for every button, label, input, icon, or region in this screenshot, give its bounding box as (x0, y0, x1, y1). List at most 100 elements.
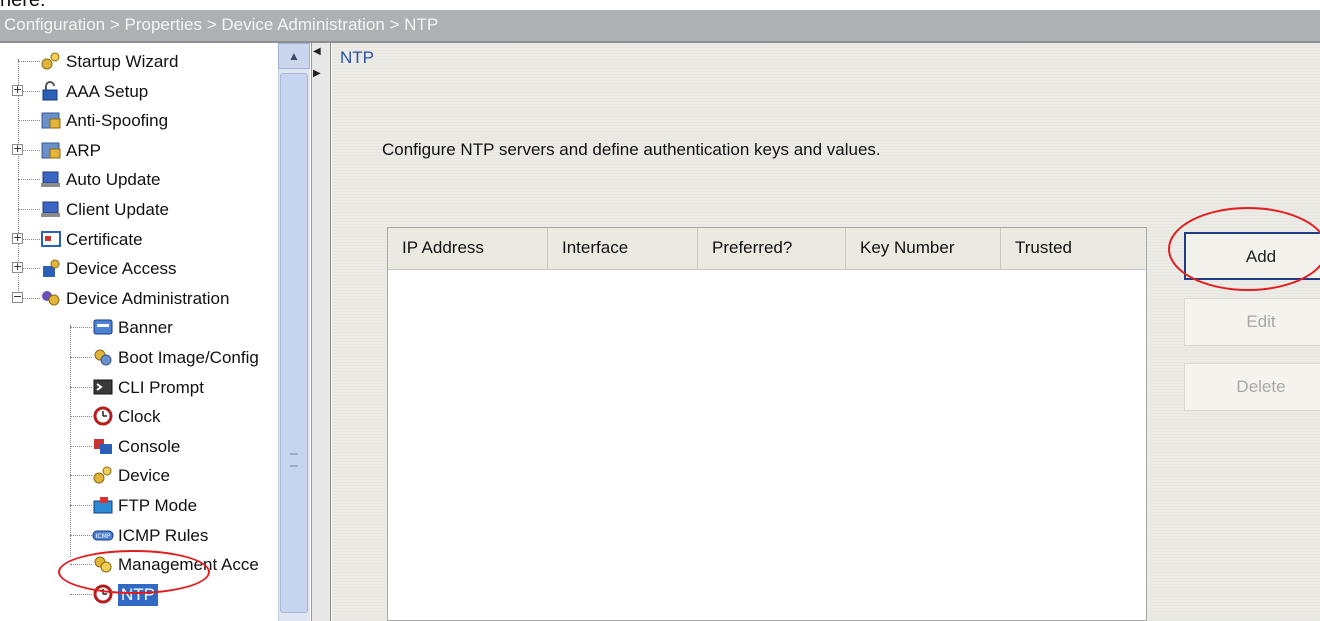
tree-item[interactable]: Device (8, 460, 278, 490)
delete-button[interactable]: Delete (1184, 363, 1320, 411)
tree-connector (18, 61, 40, 62)
application-frame: Startup Wizard + AAA Setup Anti-Spoofing + AR… (0, 43, 1320, 621)
tree-item[interactable]: FTP Mode (8, 490, 278, 520)
tree-item[interactable]: − Device Administration (8, 283, 278, 313)
expand-icon[interactable]: + (12, 143, 23, 155)
tree-item-label: Device Administration (66, 288, 230, 308)
ntp-server-table: IP Address Interface Preferred? Key Numb… (387, 227, 1147, 621)
icmp-rules-icon: ICMP (92, 530, 114, 541)
tree-connector (18, 209, 40, 210)
expand-icon[interactable]: + (12, 261, 23, 274)
pane-splitter[interactable] (311, 43, 331, 621)
svg-text:ICMP: ICMP (96, 533, 111, 540)
device-access-icon (43, 259, 60, 278)
tree-item-label: AAA Setup (66, 81, 149, 101)
tree-item-label: Anti-Spoofing (66, 111, 169, 131)
arp-icon (41, 142, 61, 159)
device-administration-icon (42, 290, 60, 306)
tree-item-label: Clock (118, 407, 161, 427)
tree-item-label: ARP (66, 140, 101, 160)
tree-connector (18, 179, 40, 181)
tree-item-label: CLI Prompt (118, 377, 204, 397)
auto-update-icon (41, 171, 60, 188)
expand-icon[interactable]: + (12, 84, 23, 96)
scroll-grip-icon (290, 453, 298, 467)
tree-connector (70, 327, 92, 329)
tree-item[interactable]: Console (8, 431, 278, 461)
console-icon (94, 438, 112, 454)
tree-item-label: Certificate (66, 229, 143, 249)
expand-right-arrow-icon[interactable]: ▶ (313, 69, 323, 79)
tree-item[interactable]: Auto Update (8, 164, 278, 194)
tree-item[interactable]: + AAA Setup (8, 76, 278, 106)
tree-item-label: Auto Update (66, 170, 161, 190)
collapse-left-arrow-icon[interactable]: ◀ (313, 47, 323, 57)
tree-connector (18, 120, 40, 122)
client-update-icon (41, 201, 60, 217)
edit-button[interactable]: Edit (1184, 298, 1320, 346)
table-header: IP Address Interface Preferred? Key Numb… (388, 228, 1146, 270)
table-body[interactable] (388, 270, 1146, 620)
wizard-icon (41, 52, 60, 70)
tree-item-label: Device (118, 466, 170, 486)
scroll-up-arrow-icon[interactable]: ▲ (278, 43, 310, 69)
clock-icon (93, 406, 113, 426)
tree-item[interactable]: + Certificate (8, 224, 278, 254)
column-interface[interactable]: Interface (548, 228, 698, 270)
tree-connector (70, 445, 92, 447)
tree-item-label: Console (118, 436, 181, 456)
tree-connector (70, 386, 92, 388)
tree-item-label: FTP Mode (118, 496, 198, 515)
tree-connector (70, 593, 92, 595)
aaa-lock-icon (42, 80, 58, 101)
tree-item-label: Startup Wizard (66, 52, 179, 71)
column-trusted[interactable]: Trusted (1001, 228, 1146, 270)
tree-connector (70, 357, 92, 358)
navigation-tree: Startup Wizard + AAA Setup Anti-Spoofing + AR… (8, 43, 278, 621)
tree-item-label: ICMP Rules (118, 525, 209, 545)
anti-spoofing-icon (41, 112, 61, 129)
ntp-panel: NTP Configure NTP servers and define aut… (332, 43, 1320, 621)
scroll-thumb[interactable] (280, 73, 308, 613)
tree-item-label: Banner (118, 318, 173, 338)
expand-icon[interactable]: + (12, 232, 23, 244)
column-ip-address[interactable]: IP Address (388, 228, 548, 270)
tree-item[interactable]: + Device Access (8, 253, 278, 283)
tree-item[interactable]: CLI Prompt (8, 372, 278, 402)
tree-connector (70, 505, 92, 506)
column-key-number[interactable]: Key Number (846, 228, 1001, 270)
boot-image-icon (94, 349, 112, 366)
tree-item[interactable]: Anti-Spoofing (8, 105, 278, 135)
panel-description: Configure NTP servers and define authent… (382, 140, 881, 159)
management-access-icon (94, 556, 112, 573)
tree-item-label: Management Acce (118, 555, 259, 575)
tree-item-label: NTP (118, 583, 158, 606)
ntp-clock-icon (93, 584, 113, 604)
tree-connector (70, 534, 92, 536)
tree-item[interactable]: Boot Image/Config (8, 342, 278, 372)
tree-item[interactable]: + ARP (8, 135, 278, 165)
panel-title: NTP (340, 48, 374, 67)
tree-item[interactable]: Banner (8, 312, 278, 342)
tree-item-label: Device Access (66, 259, 177, 279)
tree-item[interactable]: Client Update (8, 194, 278, 224)
collapse-icon[interactable]: − (12, 291, 23, 303)
tree-item[interactable]: Management Acce (8, 549, 278, 579)
tree-item-label: Client Update (66, 200, 170, 219)
device-icon (93, 466, 112, 484)
tree-item-label: Boot Image/Config (118, 348, 259, 367)
tree-item[interactable]: NTP (8, 579, 278, 609)
tree-item[interactable]: ICMP ICMP Rules (8, 520, 278, 550)
banner-icon (93, 319, 113, 335)
certificate-icon (41, 230, 61, 247)
tree-item[interactable]: Startup Wizard (8, 46, 278, 76)
tree-connector (70, 416, 92, 418)
breadcrumb: Configuration > Properties > Device Admi… (0, 10, 1320, 43)
cli-prompt-icon (93, 379, 113, 395)
tree-item[interactable]: Clock (8, 401, 278, 431)
tree-connector (70, 564, 92, 566)
ftp-mode-icon (93, 497, 113, 514)
tree-connector (70, 475, 92, 477)
add-button[interactable]: Add (1184, 232, 1320, 280)
column-preferred[interactable]: Preferred? (698, 228, 846, 270)
